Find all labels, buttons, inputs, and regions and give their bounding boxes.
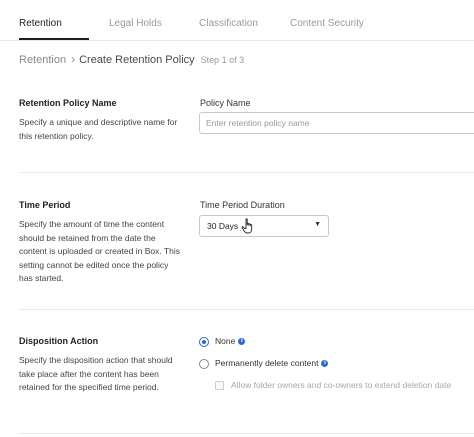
extend-deletion-label: Allow folder owners and co-owners to ext… xyxy=(231,380,452,390)
none-radio[interactable] xyxy=(199,337,209,347)
section-divider xyxy=(19,309,474,310)
step-indicator: Step 1 of 3 xyxy=(200,55,245,65)
disposition-section-title: Disposition Action xyxy=(19,336,99,346)
time-period-duration-label: Time Period Duration xyxy=(200,200,285,210)
tab-legal-holds[interactable]: Legal Holds xyxy=(109,18,162,29)
info-icon[interactable]: i xyxy=(238,338,246,346)
hand-pointer-icon xyxy=(241,218,253,234)
time-period-description: Specify the amount of time the content s… xyxy=(19,219,180,283)
policy-name-description: Specify a unique and descriptive name fo… xyxy=(19,117,178,141)
info-icon[interactable]: i xyxy=(321,360,329,368)
chevron-right-icon: › xyxy=(71,52,76,66)
breadcrumb: Retention › Create Retention Policy Step 1 … xyxy=(19,52,244,67)
none-radio-label: None xyxy=(215,336,236,346)
extend-deletion-checkbox xyxy=(215,381,224,390)
tab-content-security[interactable]: Content Security xyxy=(290,18,364,29)
tab-bar: Retention Legal Holds Classification Con… xyxy=(0,0,474,41)
section-divider xyxy=(19,433,474,434)
tab-retention[interactable]: Retention xyxy=(19,18,62,29)
time-period-section-title: Time Period xyxy=(19,200,71,210)
caret-down-icon: ▼ xyxy=(314,221,321,228)
time-period-duration-select[interactable]: 30 Days ▼ xyxy=(199,215,329,237)
active-tab-indicator xyxy=(19,38,89,40)
section-divider xyxy=(19,172,474,173)
disposition-description: Specify the disposition action that shou… xyxy=(19,355,173,392)
breadcrumb-retention-link[interactable]: Retention xyxy=(19,54,66,66)
page-title: Create Retention Policy xyxy=(79,54,195,66)
tab-classification[interactable]: Classification xyxy=(199,18,258,29)
policy-name-input[interactable] xyxy=(199,112,474,134)
policy-name-label: Policy Name xyxy=(200,98,251,108)
policy-name-section-title: Retention Policy Name xyxy=(19,98,117,108)
time-period-selected-value: 30 Days xyxy=(207,221,239,231)
delete-content-radio[interactable] xyxy=(199,359,209,369)
delete-content-radio-label: Permanently delete content xyxy=(215,358,319,368)
